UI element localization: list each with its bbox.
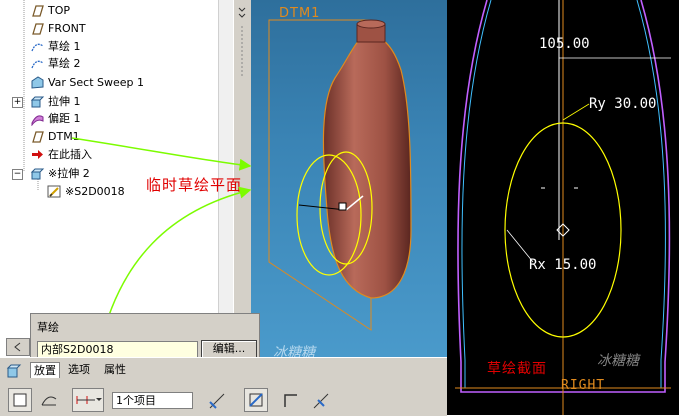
tree-item-label: 偏距 1 xyxy=(48,112,81,125)
expand-toggle[interactable]: + xyxy=(12,97,23,108)
sketch-section-label: 草绘截面 xyxy=(487,361,547,377)
sweep-icon xyxy=(31,76,44,89)
model-tree[interactable]: TOP FRONT 草绘 1 草绘 2 Var Sect Sweep 1 + 拉… xyxy=(0,0,233,335)
remove-material-icon xyxy=(249,393,263,407)
dimension-ry[interactable]: Ry 30.00 xyxy=(589,96,656,112)
dimension-105[interactable]: 105.00 xyxy=(539,36,590,52)
tree-item-label: 拉伸 1 xyxy=(48,95,81,108)
edit-button[interactable]: 编辑... xyxy=(201,340,257,358)
extrude-dashboard: 放置 选项 属性 1个项目 xyxy=(0,357,447,416)
tree-item-label: 在此插入 xyxy=(48,148,92,161)
datum-plane-icon xyxy=(32,5,44,17)
tree-scrollbar[interactable] xyxy=(218,0,233,335)
tree-item-label: FRONT xyxy=(48,22,86,35)
sketch-icon xyxy=(31,43,44,52)
depth-option-button[interactable] xyxy=(72,388,104,412)
tree-item-label: 草绘 2 xyxy=(48,57,81,70)
chevron-left-icon xyxy=(14,342,21,352)
tab-properties[interactable]: 属性 xyxy=(104,362,126,377)
datum-plane-icon xyxy=(32,131,44,143)
watermark: 冰糖糖 xyxy=(597,353,639,369)
sketch-panel-title: 草绘 xyxy=(37,321,59,334)
thicken-button[interactable] xyxy=(280,390,302,412)
remove-material-button[interactable] xyxy=(244,388,268,412)
panel-scroll-left[interactable] xyxy=(6,338,30,356)
tree-item-label: 草绘 1 xyxy=(48,40,81,53)
offset-icon xyxy=(31,115,44,126)
bottle-model xyxy=(268,19,412,331)
section-field[interactable]: 内部S2D0018 xyxy=(37,341,198,358)
graphics-viewport[interactable]: DTM1 冰糖糖 xyxy=(251,0,447,357)
dimension-rx[interactable]: Rx 15.00 xyxy=(529,257,596,273)
sketch-geometry xyxy=(455,0,671,415)
dashboard-feature-icon xyxy=(6,364,22,378)
datum-plane-icon xyxy=(32,23,44,35)
extrude-icon xyxy=(30,168,45,180)
tab-options[interactable]: 选项 xyxy=(68,362,90,377)
tree-item-label: ※拉伸 2 xyxy=(48,167,90,180)
surface-button[interactable] xyxy=(38,389,60,411)
flip-arrow-icon xyxy=(209,393,225,409)
flip-side-button[interactable] xyxy=(310,390,332,412)
tree-item-label: TOP xyxy=(48,4,71,17)
insert-arrow-icon xyxy=(32,150,43,159)
sash-grip-icon xyxy=(238,7,246,76)
collapse-toggle[interactable]: − xyxy=(12,169,23,180)
flip-side-icon xyxy=(313,393,329,409)
depth-blind-icon xyxy=(76,396,102,404)
datum-label: DTM1 xyxy=(279,6,321,21)
annotation-temp-sketch-plane: 临时草绘平面 xyxy=(146,176,243,194)
thicken-icon xyxy=(284,394,297,407)
tree-item-label: DTM1 xyxy=(48,130,80,143)
sketch-icon xyxy=(31,60,44,69)
sketch-placement-panel[interactable]: 草绘 内部S2D0018 编辑... xyxy=(30,313,260,359)
sketch-section-view[interactable]: 105.00 Ry 30.00 Rx 15.00 草绘截面 RIGHT 冰糖糖 xyxy=(447,0,679,415)
section-sketch-icon xyxy=(47,185,61,198)
tree-item-label: ※S2D0018 xyxy=(65,185,125,198)
tab-placement[interactable]: 放置 xyxy=(30,362,60,378)
solid-button[interactable] xyxy=(8,388,32,412)
surface-icon xyxy=(41,396,57,406)
flip-direction-button[interactable] xyxy=(206,390,228,412)
reference-collector[interactable]: 1个项目 xyxy=(112,392,193,409)
tree-item-label: Var Sect Sweep 1 xyxy=(48,76,145,89)
datum-right-label: RIGHT xyxy=(561,378,606,393)
solid-icon xyxy=(13,393,27,407)
watermark: 冰糖糖 xyxy=(273,345,315,357)
extrude-icon xyxy=(30,96,45,108)
